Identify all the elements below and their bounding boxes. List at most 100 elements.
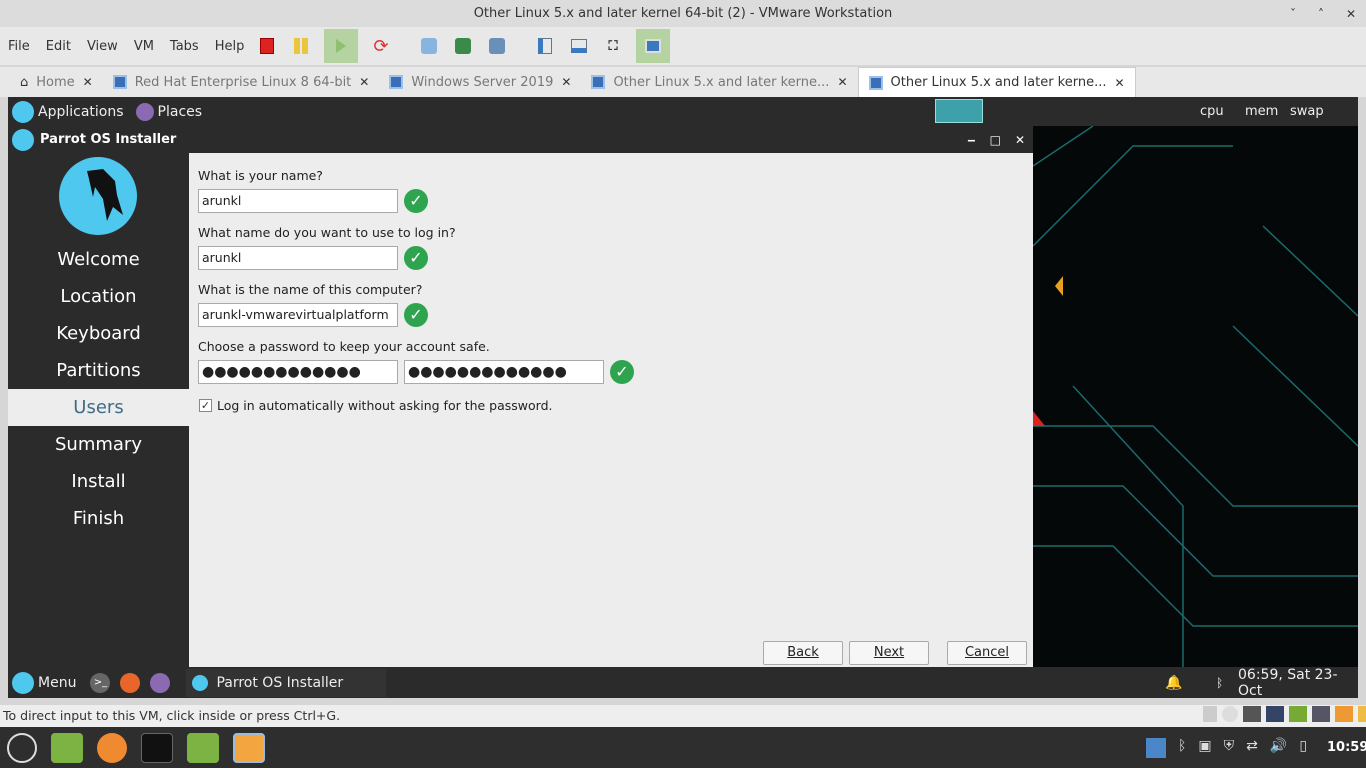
firefox-icon[interactable] <box>120 672 141 693</box>
parrot-icon <box>192 674 209 691</box>
volume-icon[interactable]: 🔊 <box>1270 738 1287 758</box>
library-button[interactable] <box>534 35 556 57</box>
tab-rhel8[interactable]: Red Hat Enterprise Linux 8 64-bit ✕ <box>103 67 380 97</box>
workspace-button[interactable] <box>935 99 983 123</box>
installer-window: Parrot OS Installer ‒ □ ✕ Welcome Location… <box>8 126 1033 667</box>
files-icon[interactable] <box>51 732 83 763</box>
tray-icons: ᛒ ▣ ⛨ ⇄ 🔊 ▯ <box>1146 737 1307 758</box>
vmware-icon[interactable] <box>233 732 265 763</box>
step-users: Users <box>8 389 189 426</box>
password-input[interactable]: ●●●●●●●●●●●●● <box>198 360 398 384</box>
firefox-icon[interactable] <box>97 732 127 763</box>
vmware-tray-icon[interactable] <box>1146 737 1166 758</box>
login-input[interactable]: arunkl <box>198 246 398 270</box>
menu-edit[interactable]: Edit <box>38 39 79 54</box>
unity-button[interactable] <box>636 29 670 63</box>
menu-button[interactable]: Menu <box>38 675 76 691</box>
vm-display[interactable]: Applications Places cpu mem swap Parrot … <box>8 97 1358 698</box>
battery-icon[interactable]: ▯ <box>1299 738 1307 758</box>
next-button[interactable]: Next <box>849 641 929 665</box>
snapshot-manager-button[interactable] <box>486 35 508 57</box>
fullscreen-button[interactable]: ⛶ <box>602 35 624 57</box>
power-off-button[interactable] <box>256 35 278 57</box>
step-welcome: Welcome <box>57 249 140 270</box>
menu-view[interactable]: View <box>79 39 126 54</box>
close-tab-icon[interactable]: ✕ <box>359 75 369 89</box>
vm-icon <box>112 75 127 89</box>
shield-icon[interactable]: ⛨ <box>1224 738 1235 758</box>
tab-windows-server[interactable]: Windows Server 2019 ✕ <box>379 67 581 97</box>
notification-icon[interactable]: 🔔 <box>1165 675 1182 691</box>
computer-name-input[interactable]: arunkl-vmwarevirtualplatform <box>198 303 398 327</box>
maximize-button[interactable]: □ <box>990 133 1001 147</box>
revert-snapshot-button[interactable] <box>452 35 474 57</box>
places-menu[interactable]: Places <box>158 104 203 120</box>
folder-icon[interactable] <box>187 732 219 763</box>
host-clock[interactable]: 10:59 <box>1327 740 1366 755</box>
guest-clock[interactable]: 06:59, Sat 23-Oct <box>1238 667 1358 699</box>
tab-other-linux-2[interactable]: Other Linux 5.x and later kerne... ✕ <box>857 67 1136 97</box>
status-bar: To direct input to this VM, click inside… <box>0 705 1366 727</box>
minimize-button[interactable]: ‒ <box>967 133 975 147</box>
vm-icon <box>389 75 404 89</box>
desktop-wallpaper <box>1032 125 1358 667</box>
step-summary: Summary <box>55 434 142 455</box>
play-button[interactable] <box>324 29 358 63</box>
terminal-icon[interactable] <box>141 732 173 763</box>
cd-icon[interactable] <box>1222 706 1238 722</box>
close-button[interactable]: ✕ <box>1346 7 1356 21</box>
terminal-icon[interactable]: >_ <box>90 672 111 693</box>
task-parrot-installer[interactable]: Parrot OS Installer <box>186 668 387 697</box>
toolbar: ⟳ ⛶ <box>250 27 670 65</box>
step-finish: Finish <box>72 508 125 529</box>
snapshot-button[interactable] <box>418 35 440 57</box>
password-confirm-input[interactable]: ●●●●●●●●●●●●● <box>404 360 604 384</box>
name-label: What is your name? <box>198 168 323 183</box>
files-icon[interactable] <box>150 672 171 693</box>
autologin-checkbox[interactable]: ✓ <box>199 399 212 412</box>
bluetooth-icon[interactable]: ᛒ <box>1178 738 1186 758</box>
tab-other-linux-1[interactable]: Other Linux 5.x and later kerne... ✕ <box>581 67 857 97</box>
network-icon[interactable] <box>1243 706 1261 722</box>
autologin-label[interactable]: Log in automatically without asking for … <box>217 398 553 413</box>
usb-icon[interactable] <box>1289 706 1307 722</box>
name-input[interactable]: arunkl <box>198 189 398 213</box>
display-icon[interactable] <box>1335 706 1353 722</box>
cancel-button[interactable]: Cancel <box>947 641 1027 665</box>
network-icon[interactable]: ⇄ <box>1246 738 1258 758</box>
close-tab-icon[interactable]: ✕ <box>83 75 93 89</box>
minimize-button[interactable]: ˇ <box>1290 7 1296 21</box>
login-label: What name do you want to use to log in? <box>198 225 456 240</box>
installer-title: Parrot OS Installer <box>40 132 177 147</box>
vm-icon <box>868 75 883 90</box>
bluetooth-icon[interactable]: ᛒ <box>1216 676 1223 690</box>
applications-menu[interactable]: Applications <box>38 104 124 120</box>
places-icon <box>135 102 154 121</box>
menu-tabs[interactable]: Tabs <box>162 39 207 54</box>
maximize-button[interactable]: ˄ <box>1318 7 1324 21</box>
menu-vm[interactable]: VM <box>126 39 162 54</box>
close-tab-icon[interactable]: ✕ <box>561 75 571 89</box>
menu-help[interactable]: Help <box>207 39 253 54</box>
printer-icon[interactable] <box>1266 706 1284 722</box>
arrow-marker <box>1055 276 1063 296</box>
circuit-pattern <box>1032 125 1358 667</box>
close-tab-icon[interactable]: ✕ <box>1115 76 1125 90</box>
message-icon[interactable] <box>1358 706 1366 722</box>
close-tab-icon[interactable]: ✕ <box>837 75 847 89</box>
clipboard-icon[interactable]: ▣ <box>1198 738 1211 758</box>
mint-menu-icon[interactable] <box>7 732 37 763</box>
check-icon: ✓ <box>404 189 428 213</box>
tab-home[interactable]: ⌂ Home ✕ <box>10 67 103 97</box>
suspend-button[interactable] <box>290 35 312 57</box>
close-button[interactable]: ✕ <box>1015 133 1025 147</box>
cpu-monitor: cpu <box>1200 104 1224 119</box>
hdd-icon[interactable] <box>1203 706 1217 722</box>
back-button[interactable]: Back <box>763 641 843 665</box>
menu-file[interactable]: File <box>0 39 38 54</box>
thumbnail-button[interactable] <box>568 35 590 57</box>
sound-icon[interactable] <box>1312 706 1330 722</box>
check-icon: ✓ <box>404 246 428 270</box>
reset-button[interactable]: ⟳ <box>370 35 392 57</box>
installer-titlebar: Parrot OS Installer ‒ □ ✕ <box>8 126 1033 153</box>
